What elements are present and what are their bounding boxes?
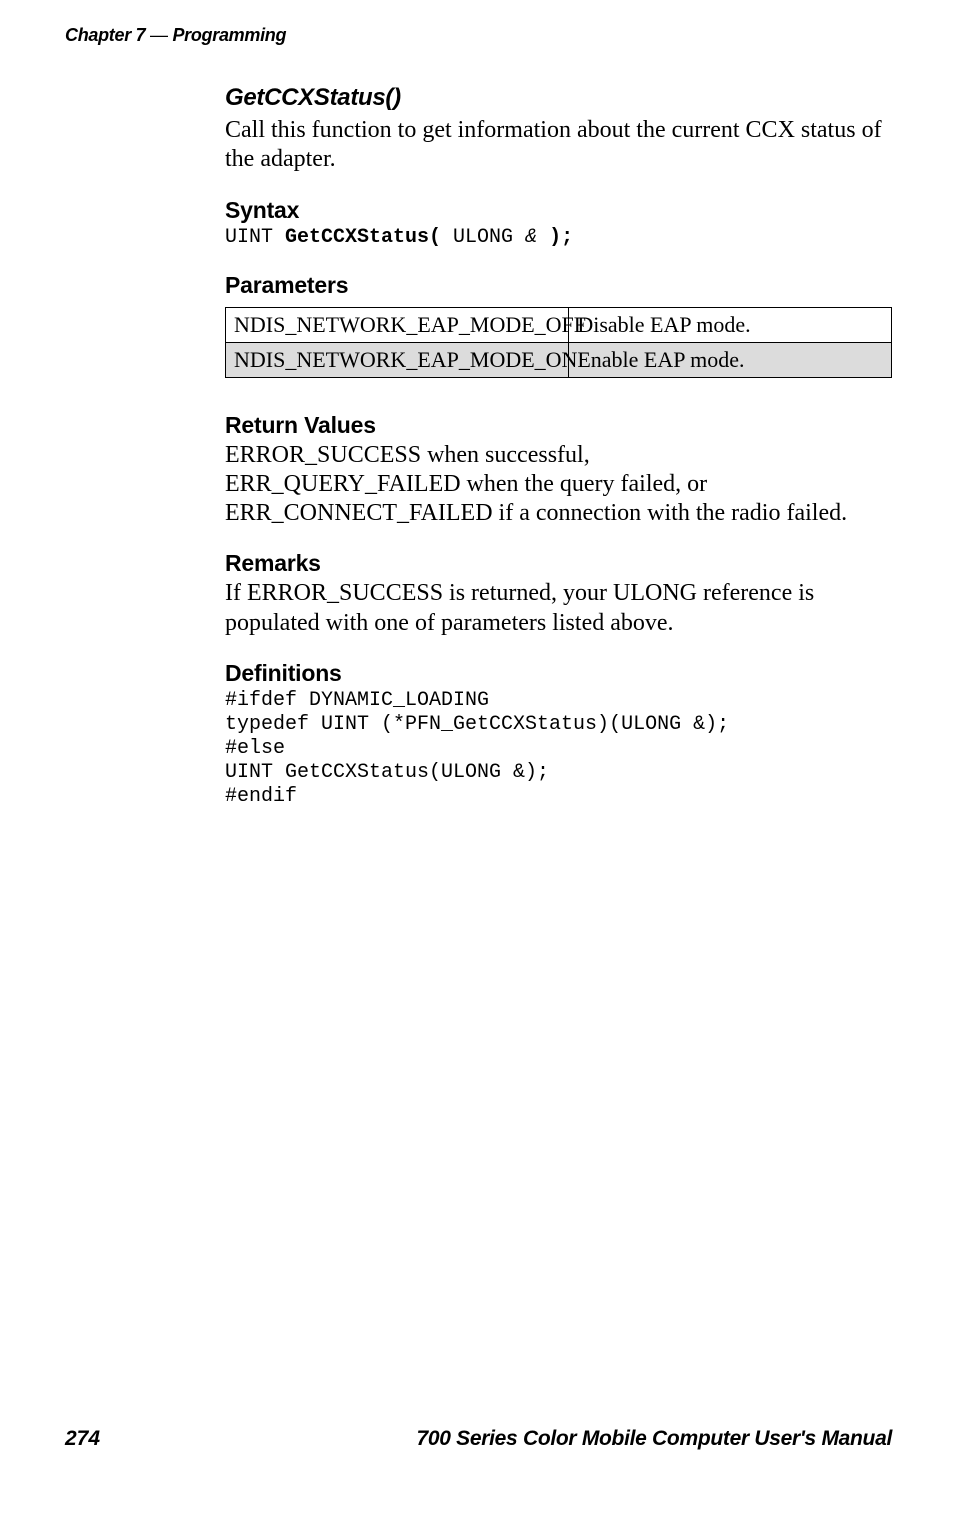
parameters-table: NDIS_NETWORK_EAP_MODE_OFF Disable EAP mo… [225, 307, 892, 378]
return-values-text: ERROR_SUCCESS when successful, ERR_QUERY… [225, 441, 892, 529]
param-desc: Disable EAP mode. [569, 307, 892, 342]
return-values-heading: Return Values [225, 412, 892, 439]
definitions-heading: Definitions [225, 660, 892, 687]
table-row: NDIS_NETWORK_EAP_MODE_OFF Disable EAP mo… [226, 307, 892, 342]
remarks-heading: Remarks [225, 550, 892, 577]
param-desc: Enable EAP mode. [569, 342, 892, 377]
function-description: Call this function to get information ab… [225, 116, 892, 175]
chapter-title: Programming [172, 25, 286, 45]
manual-title: 700 Series Color Mobile Computer User's … [417, 1427, 893, 1451]
page-content: GetCCXStatus() Call this function to get… [225, 46, 892, 809]
syntax-code: UINT GetCCXStatus( ULONG & ); [225, 226, 892, 250]
function-title: GetCCXStatus() [225, 84, 892, 112]
page-footer: 274 700 Series Color Mobile Computer Use… [65, 1427, 892, 1451]
table-row: NDIS_NETWORK_EAP_MODE_ON Enable EAP mode… [226, 342, 892, 377]
definitions-code: #ifdef DYNAMIC_LOADING typedef UINT (*PF… [225, 689, 892, 809]
param-name: NDIS_NETWORK_EAP_MODE_OFF [226, 307, 569, 342]
remarks-text: If ERROR_SUCCESS is returned, your ULONG… [225, 579, 892, 638]
parameters-heading: Parameters [225, 272, 892, 299]
page-number: 274 [65, 1427, 100, 1451]
param-name: NDIS_NETWORK_EAP_MODE_ON [226, 342, 569, 377]
dash: — [145, 25, 172, 45]
chapter-label: Chapter 7 [65, 25, 145, 45]
syntax-heading: Syntax [225, 197, 892, 224]
running-header: Chapter 7 — Programming [65, 25, 892, 46]
